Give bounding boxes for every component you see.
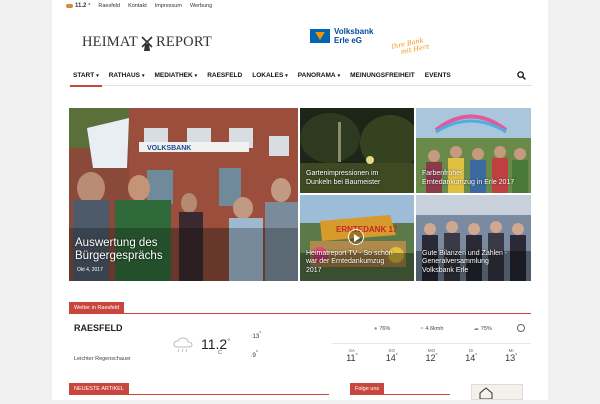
sponsor-banner[interactable]: Volksbank Erle eG Ihre Bank mit Herz bbox=[310, 26, 434, 60]
weather-low: ↓9° bbox=[250, 350, 258, 359]
weather-humidity: ● 76% bbox=[374, 326, 391, 332]
topbar-link-kontakt[interactable]: Kontakt bbox=[128, 3, 147, 9]
topbar-degree: ° bbox=[88, 3, 91, 9]
follow-us-divider bbox=[350, 394, 450, 395]
building-sign: VOLKSBANK bbox=[147, 145, 191, 152]
tile-title: Gute Bilanzen und Zahlen - Generalversam… bbox=[422, 249, 508, 274]
search-icon[interactable] bbox=[517, 71, 526, 80]
location-icon[interactable] bbox=[517, 324, 525, 332]
nav-item-meinungsfreiheit[interactable]: MEINUNGSFREIHEIT bbox=[345, 66, 420, 86]
latest-articles-divider bbox=[69, 394, 329, 395]
drop-icon: ● bbox=[374, 326, 378, 332]
page-container: 11.2 ° Raesfeld Kontakt Impressum Werbun… bbox=[52, 0, 548, 400]
topbar-link-impressum[interactable]: Impressum bbox=[155, 3, 182, 9]
weather-condition: Leichter Regenschauer bbox=[74, 356, 131, 362]
featured-tile-gartenimpressionen[interactable]: Gartenimpressionen im Dunkeln bei Baumei… bbox=[300, 108, 414, 193]
site-logo[interactable]: HEIMAT REPORT bbox=[82, 34, 212, 51]
volksbank-logo-icon bbox=[310, 29, 330, 43]
featured-grid: VOLKSBANK Auswertung des Bürgergesprächs bbox=[69, 108, 531, 281]
topbar-city: Raesfeld bbox=[98, 3, 121, 9]
main-nav: START ▾ RATHAUS ▾ MEDIATHEK ▾ RAESFELD LOKA… bbox=[68, 66, 532, 87]
weather-stats: ● 76% ≈4.6kmh ☁ 75% bbox=[374, 326, 492, 332]
cloud-icon: ☁ bbox=[473, 326, 479, 332]
sponsor-slogan: Ihre Bank mit Herz bbox=[390, 36, 431, 57]
forecast-day: DI 14° bbox=[465, 348, 478, 363]
featured-main-article[interactable]: VOLKSBANK Auswertung des Bürgergesprächs bbox=[69, 108, 298, 281]
forecast-day: SA 11° bbox=[346, 348, 358, 363]
tile-title: Heimatreport TV - So schön war der Ernte… bbox=[306, 249, 393, 274]
nav-item-raesfeld[interactable]: RAESFELD bbox=[202, 66, 247, 86]
play-icon[interactable] bbox=[348, 229, 364, 245]
forecast-day: MI 13° bbox=[505, 348, 518, 363]
topbar-link-werbung[interactable]: Werbung bbox=[190, 3, 212, 9]
nav-item-rathaus[interactable]: RATHAUS ▾ bbox=[104, 66, 150, 86]
weather-unit: C bbox=[218, 350, 222, 356]
featured-tile-heimatreport-tv[interactable]: ERNTEDANK 17 Heimatreport TV - So schön … bbox=[300, 195, 414, 281]
topbar-weather[interactable]: 11.2 ° bbox=[66, 3, 90, 9]
weather-wind: ≈4.6kmh bbox=[420, 326, 444, 332]
house-icon bbox=[479, 387, 493, 400]
logo-text-left: HEIMAT bbox=[82, 34, 138, 50]
featured-tile-erntedankumzug[interactable]: Farbenfroher Erntedankumzug in Erle 2017 bbox=[416, 108, 531, 193]
featured-main-title: Auswertung des Bürgergesprächs bbox=[75, 237, 163, 262]
wind-icon: ≈ bbox=[420, 326, 424, 332]
weather-clouds: ☁ 75% bbox=[473, 326, 492, 332]
sponsor-name: Volksbank Erle eG bbox=[334, 27, 374, 45]
topbar-temperature: 11.2 bbox=[75, 3, 87, 9]
tile-title: Gartenimpressionen im Dunkeln bei Baumei… bbox=[306, 170, 381, 186]
nav-item-lokales[interactable]: LOKALES ▾ bbox=[247, 66, 293, 86]
weather-forecast: SA 11° SO 14° MO 12° DI 14° MI 13° bbox=[332, 343, 531, 363]
chevron-down-icon: ▾ bbox=[194, 72, 198, 79]
nav-item-mediathek[interactable]: MEDIATHEK ▾ bbox=[150, 66, 203, 86]
windmill-icon bbox=[141, 35, 153, 51]
chevron-down-icon: ▾ bbox=[285, 72, 288, 79]
weather-high: ↑13° bbox=[250, 331, 262, 340]
nav-item-events[interactable]: EVENTS bbox=[420, 66, 456, 86]
banner-text: ERNTEDANK 17 bbox=[336, 225, 398, 234]
chevron-down-icon: ▾ bbox=[337, 72, 341, 79]
rain-cloud-icon bbox=[173, 337, 193, 353]
featured-main-date: Okt 4, 2017 bbox=[77, 267, 103, 273]
logo-text-right: REPORT bbox=[155, 34, 212, 50]
nav-item-panorama[interactable]: PANORAMA ▾ bbox=[293, 66, 345, 86]
cloud-icon bbox=[66, 4, 73, 8]
weather-divider bbox=[69, 313, 531, 314]
tile-title: Farbenfroher Erntedankumzug in Erle 2017 bbox=[422, 170, 515, 186]
chevron-down-icon: ▾ bbox=[96, 72, 99, 79]
weather-city: RAESFELD bbox=[74, 323, 123, 333]
featured-tile-generalversammlung[interactable]: Gute Bilanzen und Zahlen - Generalversam… bbox=[416, 195, 531, 281]
weather-current-temp: 11.2° bbox=[201, 336, 231, 352]
chevron-down-icon: ▾ bbox=[142, 72, 145, 79]
nav-item-start[interactable]: START ▾ bbox=[68, 66, 104, 87]
top-bar: 11.2 ° Raesfeld Kontakt Impressum Werbun… bbox=[66, 0, 212, 12]
forecast-day: SO 14° bbox=[385, 348, 398, 363]
sidebar-ad-thumbnail[interactable] bbox=[471, 384, 523, 400]
forecast-day: MO 12° bbox=[425, 348, 438, 363]
